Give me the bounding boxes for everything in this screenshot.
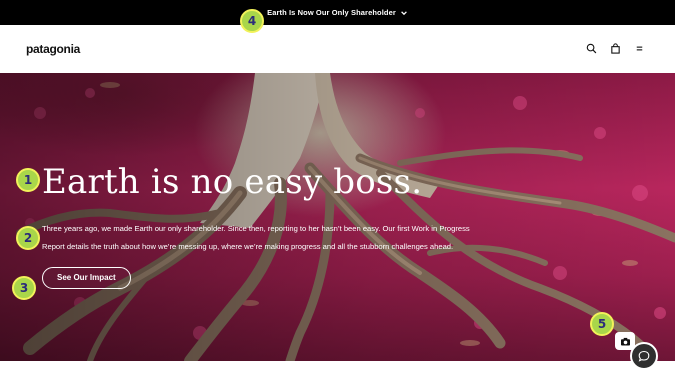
announcement-text: Earth Is Now Our Only Shareholder — [267, 8, 396, 17]
annotation-badge-1: 1 — [16, 168, 40, 192]
annotation-badge-2: 2 — [16, 226, 40, 250]
announcement-bar[interactable]: Earth Is Now Our Only Shareholder — [0, 0, 675, 25]
annotation-badge-3: 3 — [12, 276, 36, 300]
annotation-badge-4: 4 — [240, 9, 264, 33]
hero-content: Earth is no easy boss. Three years ago, … — [42, 162, 482, 289]
hero-body-text: Three years ago, we made Earth our only … — [42, 224, 470, 251]
search-icon[interactable] — [586, 43, 597, 54]
hero-headline: Earth is no easy boss. — [42, 162, 423, 202]
chevron-down-icon — [401, 10, 407, 15]
chat-button[interactable] — [630, 342, 658, 370]
hero-banner: Earth is no easy boss. Three years ago, … — [0, 73, 675, 361]
bag-icon[interactable] — [610, 43, 621, 54]
patagonia-logo[interactable]: patagonia — [26, 42, 80, 56]
site-header: patagonia — [0, 25, 675, 74]
see-our-impact-button[interactable]: See Our Impact — [42, 267, 131, 289]
chat-icon — [638, 350, 650, 362]
annotation-badge-5: 5 — [590, 312, 614, 336]
camera-icon — [620, 337, 630, 346]
menu-icon[interactable] — [634, 43, 645, 54]
header-icons — [586, 43, 645, 54]
